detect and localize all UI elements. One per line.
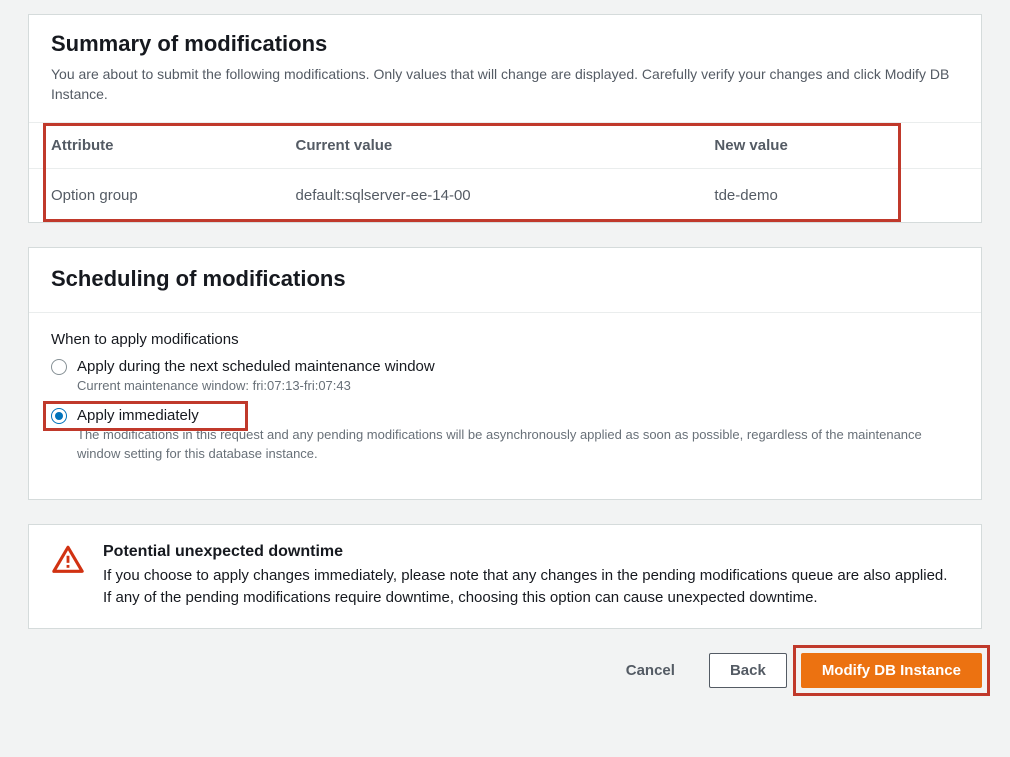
cancel-button[interactable]: Cancel <box>606 654 695 687</box>
radio-help-immediate: The modifications in this request and an… <box>77 426 959 462</box>
col-current-value: Current value <box>296 123 715 169</box>
warning-icon <box>51 543 85 610</box>
warning-panel: Potential unexpected downtime If you cho… <box>28 524 982 629</box>
scheduling-question: When to apply modifications <box>51 331 959 348</box>
warning-title: Potential unexpected downtime <box>103 543 959 561</box>
scheduling-title: Scheduling of modifications <box>51 266 959 292</box>
radio-option-scheduled[interactable]: Apply during the next scheduled maintena… <box>51 358 959 395</box>
back-button[interactable]: Back <box>709 653 787 688</box>
col-attribute: Attribute <box>29 123 296 169</box>
cell-new-value: tde-demo <box>714 169 981 223</box>
warning-text: If you choose to apply changes immediate… <box>103 565 959 610</box>
scheduling-panel: Scheduling of modifications When to appl… <box>28 247 982 500</box>
summary-title: Summary of modifications <box>51 31 959 57</box>
summary-panel: Summary of modifications You are about t… <box>28 14 982 223</box>
radio-label-immediate: Apply immediately <box>77 407 199 424</box>
button-row: Cancel Back Modify DB Instance <box>28 653 982 688</box>
radio-icon <box>51 359 67 375</box>
modify-db-instance-button[interactable]: Modify DB Instance <box>801 653 982 688</box>
table-row: Option group default:sqlserver-ee-14-00 … <box>29 169 981 223</box>
cell-attribute: Option group <box>29 169 296 223</box>
radio-label-scheduled: Apply during the next scheduled maintena… <box>77 358 435 375</box>
cell-current-value: default:sqlserver-ee-14-00 <box>296 169 715 223</box>
radio-option-immediate[interactable]: Apply immediately The modifications in t… <box>51 407 959 462</box>
summary-description: You are about to submit the following mo… <box>51 65 959 104</box>
radio-help-scheduled: Current maintenance window: fri:07:13-fr… <box>77 377 959 395</box>
modifications-table: Attribute Current value New value Option… <box>29 123 981 222</box>
radio-icon-selected <box>51 408 67 424</box>
col-new-value: New value <box>714 123 981 169</box>
